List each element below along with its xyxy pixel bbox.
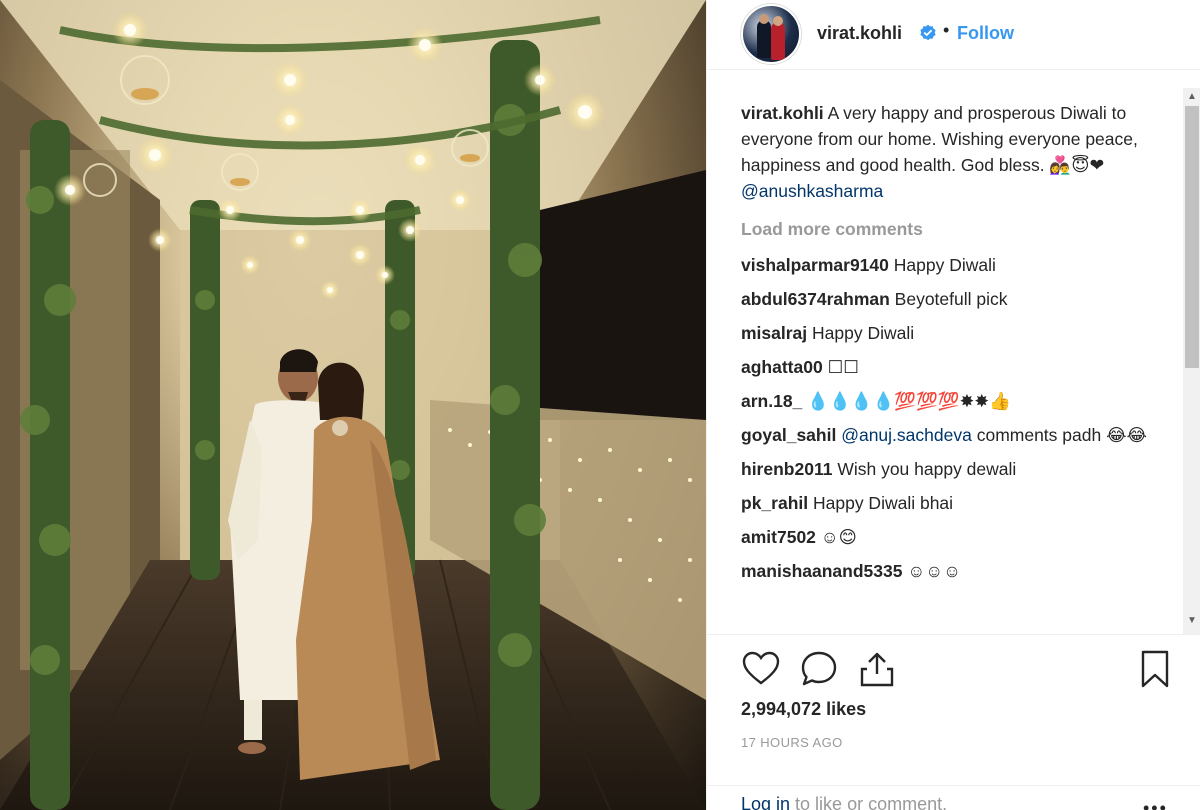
heart-icon[interactable] bbox=[741, 649, 781, 689]
share-icon[interactable] bbox=[857, 649, 897, 689]
login-bar: Log in to like or comment. ••• bbox=[707, 785, 1200, 810]
comment-text: Happy Diwali bbox=[807, 323, 915, 343]
comment-text: ☐☐ bbox=[822, 357, 859, 377]
comment-item: hirenb2011 Wish you happy dewali bbox=[741, 456, 1161, 482]
comment-username[interactable]: aghatta00 bbox=[741, 357, 823, 377]
scrollbar-thumb[interactable] bbox=[1185, 106, 1199, 368]
comment-text: Beyotefull pick bbox=[889, 289, 1008, 309]
verified-badge-icon bbox=[920, 24, 936, 41]
comments-scrollbar[interactable]: ▲ ▼ bbox=[1183, 88, 1200, 634]
photo-illustration bbox=[0, 0, 706, 810]
header-separator: • bbox=[943, 20, 950, 40]
comment-item: misalraj Happy Diwali bbox=[741, 320, 1161, 346]
comment-username[interactable]: goyal_sahil bbox=[741, 425, 836, 445]
post-photo[interactable] bbox=[0, 0, 706, 810]
comment-username[interactable]: vishalparmar9140 bbox=[741, 255, 889, 275]
comment-text: ☺😊 bbox=[815, 527, 857, 547]
post-caption: virat.kohli A very happy and prosperous … bbox=[741, 100, 1161, 204]
post-actions: 2,994,072 likes 17 HOURS AGO Log in to l… bbox=[707, 634, 1200, 810]
likes-count[interactable]: 2,994,072 likes bbox=[741, 699, 866, 720]
comment-username[interactable]: arn.18_ bbox=[741, 391, 802, 411]
comment-text: Wish you happy dewali bbox=[832, 459, 1017, 479]
load-more-comments-button[interactable]: Load more comments bbox=[741, 214, 1185, 244]
caption-mention[interactable]: @anushkasharma bbox=[741, 181, 883, 201]
comment-item: arn.18_ 💧💧💧💧💯💯💯✸✸👍 bbox=[741, 388, 1161, 414]
comment-username[interactable]: pk_rahil bbox=[741, 493, 808, 513]
follow-button[interactable]: Follow bbox=[957, 23, 1014, 44]
comment-text: ☺☺☺ bbox=[902, 561, 961, 581]
profile-avatar[interactable] bbox=[741, 4, 801, 64]
comment-item: manishaanand5335 ☺☺☺ bbox=[741, 558, 1161, 584]
comment-icon[interactable] bbox=[799, 649, 839, 689]
comments-list[interactable]: virat.kohli A very happy and prosperous … bbox=[707, 100, 1185, 632]
comment-mention[interactable]: @anuj.sachdeva bbox=[841, 425, 972, 445]
comment-item: goyal_sahil @anuj.sachdeva comments padh… bbox=[741, 422, 1161, 448]
comment-username[interactable]: misalraj bbox=[741, 323, 807, 343]
login-prompt-text: to like or comment. bbox=[790, 794, 948, 810]
header-username[interactable]: virat.kohli bbox=[817, 23, 902, 44]
scroll-down-arrow-icon[interactable]: ▼ bbox=[1183, 614, 1200, 628]
comment-text: 💧💧💧💧💯💯💯✸✸👍 bbox=[802, 391, 1011, 411]
comment-username[interactable]: manishaanand5335 bbox=[741, 561, 902, 581]
comment-username[interactable]: abdul6374rahman bbox=[741, 289, 890, 309]
scroll-up-arrow-icon[interactable]: ▲ bbox=[1183, 90, 1200, 104]
post-details-panel: virat.kohli • Follow virat.kohli A very … bbox=[706, 0, 1200, 810]
comment-username[interactable]: amit7502 bbox=[741, 527, 816, 547]
login-link[interactable]: Log in bbox=[741, 794, 790, 810]
comment-item: abdul6374rahman Beyotefull pick bbox=[741, 286, 1161, 312]
comment-text: Happy Diwali bbox=[888, 255, 996, 275]
more-options-button[interactable]: ••• bbox=[1143, 798, 1168, 810]
bookmark-icon[interactable] bbox=[1135, 649, 1175, 689]
comment-text-after: comments padh 😂😂 bbox=[971, 425, 1147, 445]
caption-username[interactable]: virat.kohli bbox=[741, 103, 824, 123]
comment-item: pk_rahil Happy Diwali bhai bbox=[741, 490, 1161, 516]
login-prompt: Log in to like or comment. bbox=[741, 794, 947, 810]
comment-username[interactable]: hirenb2011 bbox=[741, 459, 832, 479]
post-header: virat.kohli • Follow bbox=[707, 0, 1200, 70]
comment-item: aghatta00 ☐☐ bbox=[741, 354, 1161, 380]
comment-text: Happy Diwali bhai bbox=[808, 493, 954, 513]
comment-item: amit7502 ☺😊 bbox=[741, 524, 1161, 550]
post-timestamp: 17 HOURS AGO bbox=[741, 735, 843, 750]
comment-item: vishalparmar9140 Happy Diwali bbox=[741, 252, 1161, 278]
